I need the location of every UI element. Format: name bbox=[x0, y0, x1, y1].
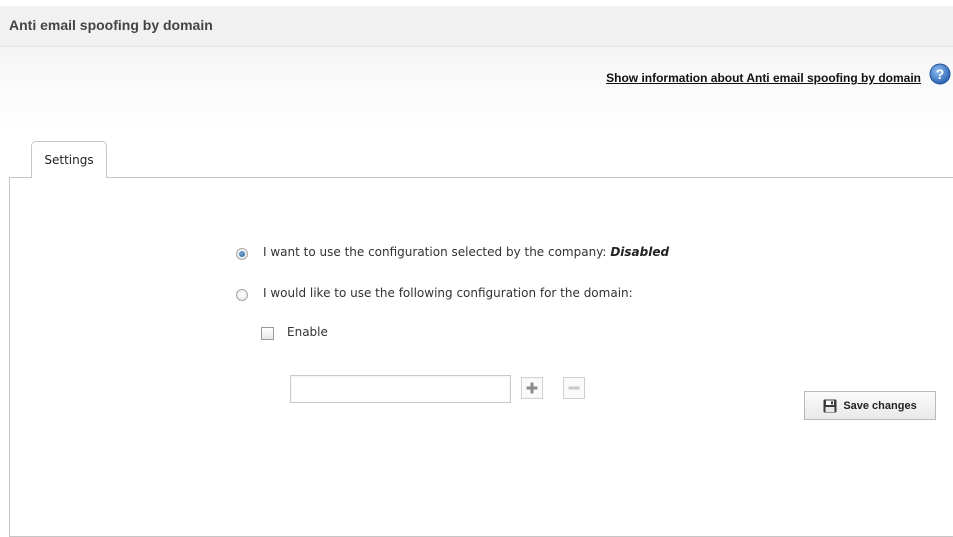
page-title: Anti email spoofing by domain bbox=[9, 17, 213, 33]
enable-checkbox[interactable] bbox=[261, 327, 274, 340]
company-config-value: Disabled bbox=[610, 245, 670, 259]
svg-text:?: ? bbox=[936, 66, 945, 82]
page-header: Anti email spoofing by domain bbox=[0, 6, 953, 47]
floppy-disk-icon bbox=[823, 399, 837, 412]
minus-icon bbox=[568, 386, 580, 390]
info-bar: Show information about Anti email spoofi… bbox=[0, 47, 953, 132]
company-config-label: I want to use the configuration selected… bbox=[263, 245, 669, 259]
enable-label: Enable bbox=[287, 325, 328, 339]
settings-panel bbox=[9, 177, 953, 537]
domain-config-label: I would like to use the following config… bbox=[263, 286, 633, 300]
company-config-text: I want to use the configuration selected… bbox=[263, 245, 607, 259]
domain-config-radio[interactable] bbox=[236, 289, 248, 301]
remove-button[interactable] bbox=[563, 377, 585, 399]
add-button[interactable] bbox=[521, 377, 543, 399]
plus-icon bbox=[526, 382, 538, 394]
domain-input[interactable] bbox=[290, 375, 511, 403]
save-changes-label: Save changes bbox=[843, 399, 917, 412]
save-changes-button[interactable]: Save changes bbox=[804, 391, 936, 420]
help-icon[interactable]: ? bbox=[929, 63, 951, 85]
company-config-radio[interactable] bbox=[236, 248, 248, 260]
show-info-link[interactable]: Show information about Anti email spoofi… bbox=[606, 71, 921, 85]
tab-settings-label: Settings bbox=[44, 153, 94, 167]
radio-selected-dot bbox=[239, 251, 245, 257]
tab-settings[interactable]: Settings bbox=[31, 141, 107, 178]
